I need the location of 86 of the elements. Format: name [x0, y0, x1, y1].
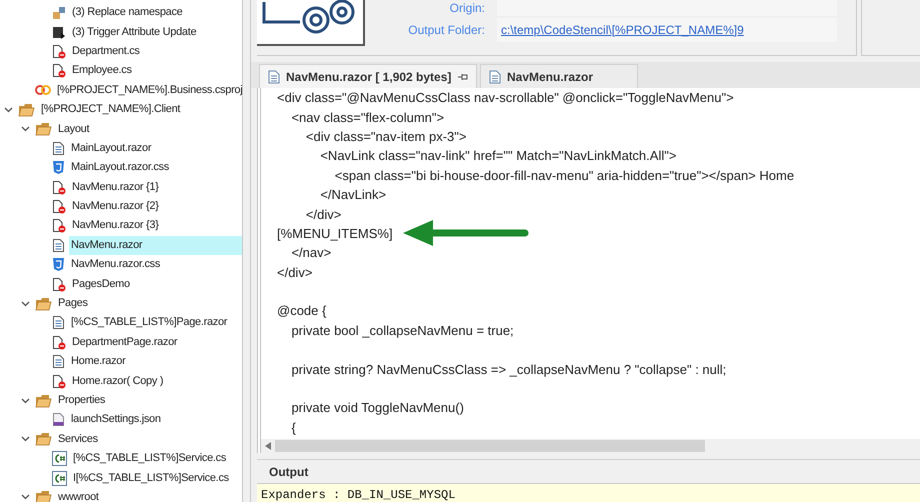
code-line: [%MENU_ITEMS%] [277, 224, 393, 243]
output-title: Output [269, 464, 308, 480]
code-line: private void ToggleNavMenu() [290, 399, 464, 418]
play-doc-icon [52, 25, 66, 40]
chevron-down-icon[interactable] [20, 300, 30, 307]
code-line: </div> [277, 264, 312, 282]
chevron-down-icon[interactable] [20, 436, 30, 442]
folder-icon [35, 490, 52, 502]
file-blocked-icon [52, 276, 66, 292]
folder-item[interactable]: Layout [56, 120, 92, 139]
horizontal-scrollbar[interactable] [261, 439, 920, 453]
pin-icon[interactable] [458, 72, 468, 80]
file-blocked-icon [52, 180, 66, 195]
chevron-down-icon[interactable] [20, 494, 30, 500]
folder-item[interactable]: wwwroot [56, 488, 101, 502]
code-line: </div> [304, 206, 342, 224]
chevron-down-icon[interactable] [20, 126, 30, 132]
folder-item[interactable]: Services [56, 430, 100, 449]
code-line: private string? NavMenuCssClass => _collapseNavMenu ? "collapse" : null; [290, 360, 726, 379]
tree-item[interactable]: [%PROJECT_NAME%].Business.csproj [55, 80, 242, 100]
code-line: private bool _collapseNavMenu = true; [290, 322, 514, 340]
output-folder-label: Output Folder: [407, 22, 485, 39]
code-line: <span class="bi bi-house-door-fill-nav-menu" aria-hidden="true"></span> Home [334, 166, 794, 185]
file-blocked-icon [52, 63, 66, 78]
folder-doc-icon [52, 6, 66, 20]
css-shield-icon [52, 160, 65, 176]
chevron-down-icon[interactable] [4, 106, 12, 113]
scrollbar-thumb[interactable] [275, 440, 705, 452]
tree-item[interactable]: NavMenu.razor {2} [70, 197, 161, 216]
tree-item[interactable]: DepartmentPage.razor [70, 332, 180, 352]
tree-item[interactable]: launchSettings.json [69, 410, 163, 430]
origin-label: Origin: [448, 1, 485, 15]
document-icon [52, 315, 65, 330]
chevron-down-icon[interactable] [20, 398, 30, 404]
tree-item[interactable]: Department.cs [70, 42, 142, 61]
document-icon [52, 140, 65, 156]
file-blocked-icon [52, 44, 66, 59]
folder-item[interactable]: Pages [56, 294, 90, 314]
tree-item[interactable]: I[%CS_TABLE_LIST%]Service.cs [71, 468, 231, 488]
tree-item[interactable]: NavMenu.razor {1} [70, 178, 161, 197]
folder-icon [35, 296, 52, 311]
tree-item[interactable]: Home.razor( Copy ) [70, 372, 166, 391]
csharp-file-icon [52, 470, 67, 486]
tree-item[interactable]: MainLayout.razor [69, 138, 154, 158]
folder-icon [35, 432, 52, 446]
csharp-file-icon [52, 451, 67, 466]
tree-item[interactable]: NavMenu.razor [69, 236, 242, 255]
editor-tab[interactable]: NavMenu.razor [ 1,902 bytes] [259, 64, 477, 88]
tree-item[interactable]: Home.razor [69, 352, 128, 372]
code-line: </NavLink> [319, 186, 386, 204]
file-blocked-icon [52, 199, 66, 214]
tree-item[interactable]: [%CS_TABLE_LIST%]Service.cs [71, 449, 228, 468]
code-line: </nav> [290, 244, 332, 262]
folder-item[interactable]: Properties [56, 391, 108, 410]
file-blocked-icon [52, 334, 66, 350]
file-blocked-icon [52, 218, 66, 234]
document-icon [52, 238, 65, 253]
folder-icon [18, 102, 35, 117]
tree-item[interactable]: NavMenu.razor {3} [70, 216, 161, 236]
code-line: <div class="nav-item px-3"> [304, 128, 466, 146]
output-line: Expanders : DB_IN_USE_MYSQL [261, 488, 456, 502]
document-icon [268, 70, 280, 84]
code-line: <nav class="flex-column"> [290, 108, 444, 127]
file-blocked-icon [52, 374, 66, 389]
json-file-icon [52, 412, 65, 428]
document-icon [489, 70, 501, 84]
tree-item[interactable]: (3) Trigger Attribute Update [70, 22, 198, 42]
scroll-left-icon[interactable] [265, 442, 271, 450]
tree-item[interactable]: NavMenu.razor.css [69, 255, 162, 274]
code-line: <div class="@NavMenuCssClass nav-scrollable" @onclick="ToggleNavMenu"> [277, 89, 734, 108]
project-icon [35, 85, 51, 96]
folder-icon [35, 122, 52, 136]
folder-item[interactable]: [%PROJECT_NAME%].Client [39, 100, 182, 120]
editor-tab[interactable]: NavMenu.razor [480, 64, 638, 88]
tree-item[interactable]: MainLayout.razor.css [69, 158, 171, 178]
code-line: { [290, 418, 296, 437]
side-panel [861, 0, 920, 56]
css-shield-icon [52, 257, 65, 272]
tree-item[interactable]: [%CS_TABLE_LIST%]Page.razor [69, 313, 230, 332]
tree-item[interactable]: Employee.cs [70, 61, 134, 80]
tree-item[interactable]: (3) Replace namespace [70, 3, 184, 22]
code-line: @code { [277, 302, 326, 320]
code-line: <NavLink class="nav-link" href="" Match="NavLinkMatch.All"> [319, 147, 676, 166]
folder-icon [35, 394, 52, 408]
document-icon [52, 354, 65, 370]
tree-item[interactable]: PagesDemo [70, 274, 132, 294]
